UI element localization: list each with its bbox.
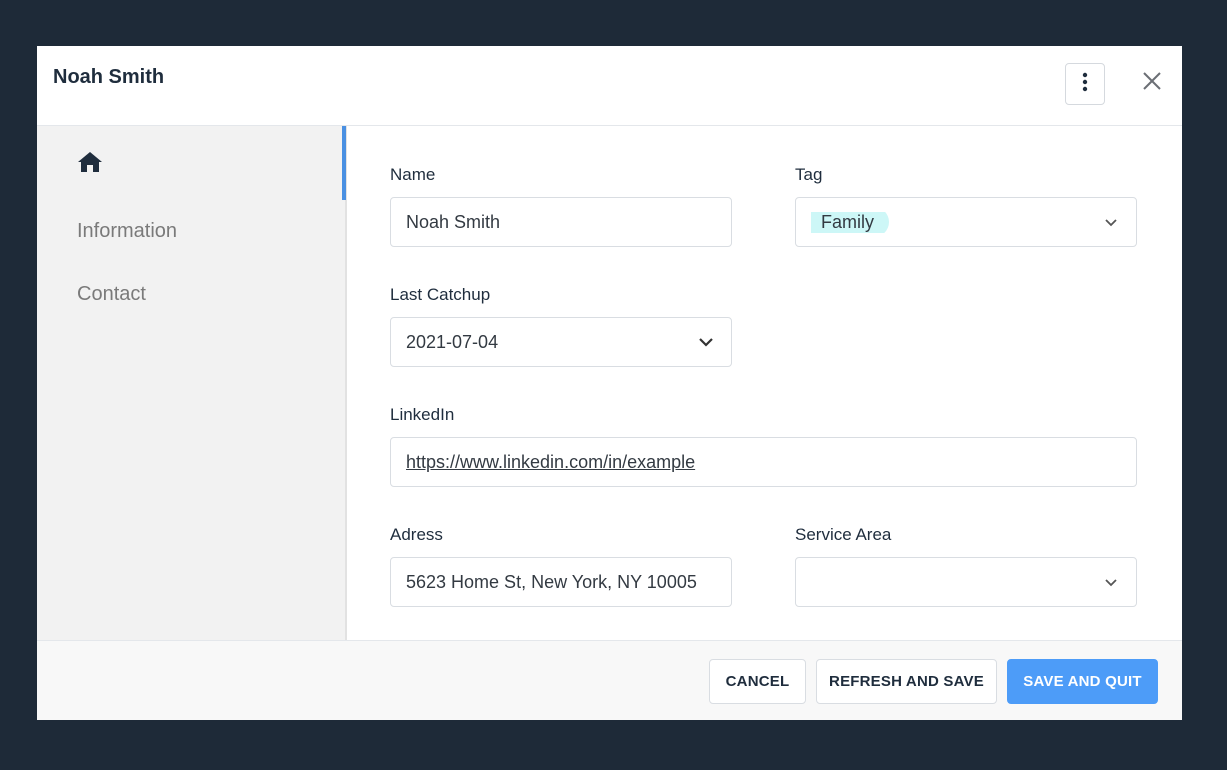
refresh-and-save-button[interactable]: REFRESH AND SAVE — [816, 659, 997, 704]
tag-select[interactable]: Family — [795, 197, 1137, 247]
linkedin-label: LinkedIn — [390, 405, 455, 424]
service-area-label: Service Area — [795, 525, 892, 544]
kebab-menu-icon — [1082, 72, 1088, 97]
chevron-down-icon — [696, 332, 716, 352]
tag-label: Tag — [795, 165, 823, 184]
tag-chip[interactable]: Family — [811, 211, 889, 233]
sidebar-active-indicator — [342, 126, 346, 200]
save-and-quit-button[interactable]: SAVE AND QUIT — [1007, 659, 1158, 704]
last-catchup-label: Last Catchup — [390, 285, 491, 304]
cancel-button[interactable]: CANCEL — [709, 659, 806, 704]
contact-modal: Noah Smith Information Contact Name Noah… — [37, 46, 1182, 720]
linkedin-link[interactable]: https://www.linkedin.com/in/example — [406, 452, 1121, 473]
modal-header: Noah Smith — [37, 46, 1182, 126]
sidebar — [37, 126, 345, 640]
address-value: 5623 Home St, New York, NY 10005 — [406, 571, 697, 592]
close-button[interactable] — [1139, 70, 1165, 96]
chevron-down-icon — [1101, 572, 1121, 592]
sidebar-item-home[interactable] — [77, 150, 107, 180]
last-catchup-value: 2021-07-04 — [406, 331, 499, 352]
name-value: Noah Smith — [406, 211, 501, 232]
sidebar-item-information[interactable]: Information — [77, 220, 177, 243]
name-label: Name — [390, 165, 436, 184]
home-icon — [77, 152, 103, 178]
modal-title: Noah Smith — [53, 66, 165, 88]
sidebar-item-contact[interactable]: Contact — [77, 283, 146, 306]
chevron-down-icon — [1101, 212, 1121, 232]
close-icon — [1142, 71, 1162, 96]
last-catchup-date-picker[interactable]: 2021-07-04 — [390, 317, 732, 367]
service-area-select[interactable] — [795, 557, 1137, 607]
address-label: Adress — [390, 525, 443, 544]
linkedin-field[interactable]: https://www.linkedin.com/in/example — [390, 437, 1137, 487]
modal-footer: CANCEL REFRESH AND SAVE SAVE AND QUIT — [37, 640, 1182, 720]
sidebar-divider — [345, 126, 347, 640]
address-field[interactable]: 5623 Home St, New York, NY 10005 — [390, 557, 732, 607]
name-field[interactable]: Noah Smith — [390, 197, 732, 247]
more-options-button[interactable] — [1065, 63, 1105, 105]
